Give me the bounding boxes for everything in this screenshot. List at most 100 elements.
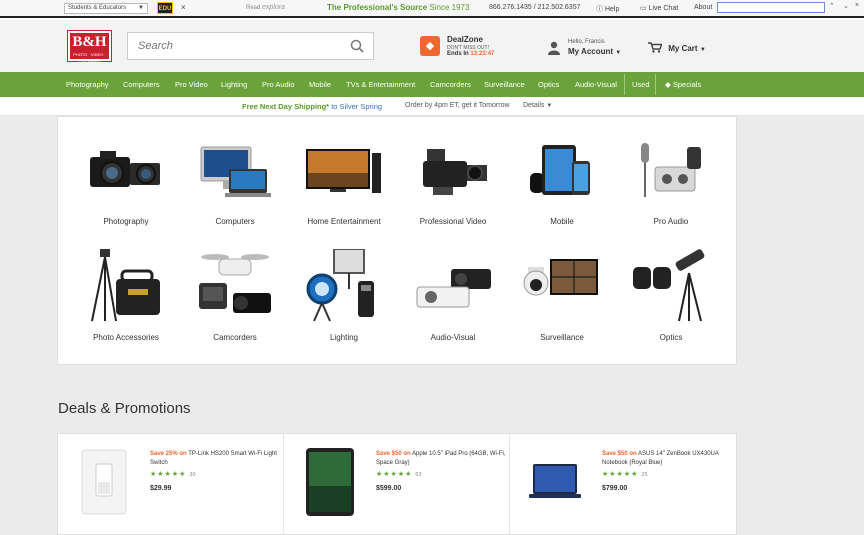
video-camera-icon [423, 149, 487, 195]
edu-badge[interactable]: EDU [157, 2, 173, 14]
category-surveillance[interactable]: Surveillance [512, 249, 612, 342]
audience-select[interactable]: Students & Educators ▼ [64, 3, 148, 14]
order-cutoff-text: Order by 4pm ET, get it Tomorrow [405, 102, 510, 109]
deals-row: Save 25% on TP-Link HS200 Smart Wi-Fi Li… [57, 433, 737, 535]
arrow-down-icon[interactable]: ⌄ [843, 2, 849, 10]
chevron-down-icon: ▼ [615, 50, 622, 56]
arrow-up-icon[interactable]: ⌃ [829, 2, 835, 10]
category-photo-accessories[interactable]: Photo Accessories [76, 249, 176, 342]
browser-find-input[interactable] [717, 2, 825, 13]
category-professional-video[interactable]: Professional Video [403, 143, 503, 233]
binoculars-icon [633, 249, 705, 322]
my-account-label: My Account ▼ [568, 47, 621, 56]
chevron-down-icon: ▼ [546, 103, 553, 109]
audience-select-value: Students & Educators [68, 5, 127, 11]
review-count: 25 [641, 472, 648, 478]
nav-item-lighting[interactable]: Lighting [221, 72, 247, 97]
greeting: Hello, Francis [568, 39, 605, 45]
stars-glyphs: ★★★★★ [376, 471, 413, 478]
category-lighting[interactable]: Lighting [294, 249, 394, 342]
category-optics[interactable]: Optics [621, 249, 721, 342]
site-header: B&H PHOTO · VIDEO · PRO AUDIO ◆ DealZone… [0, 20, 864, 72]
chat-icon: ▭ [640, 5, 647, 12]
microphone-icon [641, 143, 701, 197]
nav-item-mobile[interactable]: Mobile [309, 72, 331, 97]
chevron-down-icon: ▼ [699, 47, 706, 53]
nav-item-surveillance[interactable]: Surveillance [484, 72, 525, 97]
category-audio-visual[interactable]: Audio-Visual [403, 249, 503, 342]
logo-text: B&H [72, 34, 107, 50]
category-mobile[interactable]: Mobile [512, 143, 612, 233]
light-switch-image [81, 449, 127, 515]
category-camcorders[interactable]: Camcorders [185, 249, 285, 342]
free-shipping-text: Free Next Day Shipping* to Silver Spring [242, 102, 382, 111]
close-find-icon[interactable]: × [855, 2, 859, 9]
category-label: Pro Audio [653, 217, 689, 226]
deal-info: Save $50 on Apple 10.5" iPad Pro (64GB, … [376, 450, 506, 493]
free-shipping-label: Free Next Day Shipping* [242, 102, 330, 111]
bh-logo[interactable]: B&H PHOTO · VIDEO · PRO AUDIO [68, 31, 111, 63]
tv-icon [306, 149, 381, 193]
camera-icon [90, 151, 160, 187]
nav-item-specials[interactable]: ◆ Specials [665, 72, 701, 97]
help-icon: ⓘ [596, 6, 603, 13]
slogan: The Professional's Source Since 1973 [327, 3, 469, 12]
nav-item-camcorders[interactable]: Camcorders [430, 72, 471, 97]
live-chat-link[interactable]: ▭ Live Chat [640, 4, 678, 12]
help-label: Help [604, 6, 620, 13]
dealzone-title: DealZone [447, 35, 484, 44]
nav-item-tvs[interactable]: TVs & Entertainment [346, 72, 415, 97]
slogan-since: Since 1973 [429, 3, 470, 12]
search-input[interactable] [128, 33, 338, 59]
nav-item-optics[interactable]: Optics [538, 72, 559, 97]
dealzone-timer: 13:23:47 [470, 51, 495, 57]
rating-stars: ★★★★★ 30 [150, 470, 280, 480]
ship-to-link[interactable]: to Silver Spring [331, 102, 382, 111]
light-icon [306, 249, 374, 322]
nav-item-photography[interactable]: Photography [66, 72, 109, 97]
dealzone-ends-label: Ends In [447, 51, 469, 57]
drone-icon [199, 254, 271, 313]
cart-link[interactable]: My Cart ▼ [648, 42, 706, 53]
category-pro-audio[interactable]: Pro Audio [621, 143, 721, 233]
read-label: Read [246, 5, 261, 11]
deal-price: $29.99 [150, 485, 172, 492]
nav-item-audio-visual[interactable]: Audio-Visual [575, 72, 617, 97]
category-label: Camcorders [213, 333, 257, 342]
help-link[interactable]: ⓘ Help [596, 4, 619, 14]
category-grid: Photography Computers Home Entertainment [57, 116, 737, 365]
review-count: 30 [189, 472, 196, 478]
category-label: Optics [659, 333, 683, 342]
nav-divider [624, 74, 625, 95]
laptop-image [529, 464, 581, 498]
category-home-entertainment[interactable]: Home Entertainment [294, 143, 394, 233]
nav-item-used[interactable]: Used [632, 72, 650, 97]
close-icon[interactable]: × [181, 3, 186, 12]
chevron-down-icon: ▼ [138, 5, 144, 11]
search-box [127, 32, 374, 60]
category-label: Photography [103, 217, 149, 226]
logo-subtext: PHOTO · VIDEO · PRO AUDIO [73, 52, 106, 63]
my-cart-label: My Cart [668, 44, 698, 53]
rating-stars: ★★★★★ 25 [602, 470, 732, 480]
nav-item-pro-video[interactable]: Pro Video [175, 72, 208, 97]
about-link[interactable]: About [694, 4, 712, 11]
deals-title: Deals & Promotions [58, 400, 191, 417]
explora-link[interactable]: Read explora [246, 4, 285, 11]
rating-stars: ★★★★★ 53 [376, 470, 506, 480]
nav-item-computers[interactable]: Computers [123, 72, 160, 97]
shipping-details-link[interactable]: Details ▼ [523, 102, 552, 109]
deal-info: Save $50 on ASUS 14" ZenBook UX430UA Not… [602, 450, 732, 493]
category-computers[interactable]: Computers [185, 143, 285, 233]
category-label: Photo Accessories [93, 333, 159, 342]
deal-card[interactable]: Save 25% on TP-Link HS200 Smart Wi-Fi Li… [58, 434, 284, 535]
deal-card[interactable]: Save $50 on ASUS 14" ZenBook UX430UA Not… [510, 434, 736, 535]
cart-icon [648, 42, 662, 53]
deal-save: Save $50 on [602, 451, 637, 457]
dealzone-countdown: Ends In 13:23:47 [447, 51, 494, 57]
category-photography[interactable]: Photography [76, 143, 176, 233]
search-icon[interactable] [350, 39, 364, 53]
user-icon [548, 41, 560, 55]
deal-card[interactable]: Save $50 on Apple 10.5" iPad Pro (64GB, … [284, 434, 510, 535]
nav-item-pro-audio[interactable]: Pro Audio [262, 72, 295, 97]
